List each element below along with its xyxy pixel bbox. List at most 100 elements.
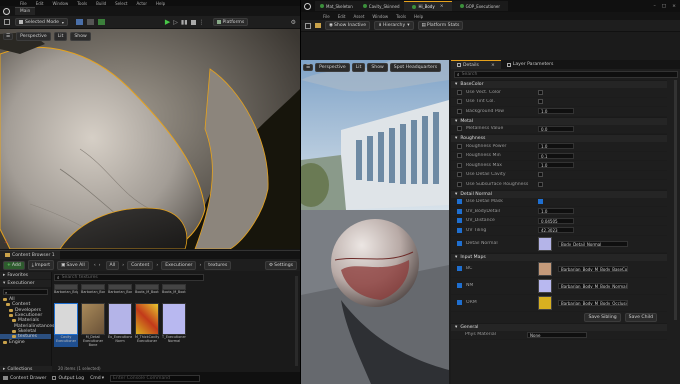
import-button[interactable]: ⤓ Import [27,260,55,270]
phys-material-dropdown[interactable]: None [527,331,587,338]
property-checkbox[interactable] [538,199,543,205]
menu-window[interactable]: Window [52,1,68,6]
preview-perspective-button[interactable]: Perspective [315,63,350,72]
editor-tab[interactable]: GOP_Executioner [451,1,508,11]
editor-tab[interactable]: Cavity_Skinned [357,1,405,11]
settings-icon[interactable]: ⚙ [291,19,296,26]
texture-thumbnail[interactable] [538,236,552,251]
pause-icon[interactable]: ▮▮ [181,19,188,26]
lit-button[interactable]: Lit [53,32,68,41]
asset-search[interactable]: ⌕ Search textures [54,274,204,281]
asset-tile[interactable]: Barbarian_Body_M_Body_NM [108,284,132,302]
menu-tools[interactable]: Tools [77,1,87,6]
property-checkbox[interactable] [538,181,543,187]
show-button[interactable]: Show [70,32,91,41]
property-value[interactable]: 1.0 [538,208,574,215]
texture-thumbnail[interactable] [538,295,552,310]
property-value[interactable]: 1.0 [538,143,574,150]
save-icon[interactable] [4,19,10,25]
close-icon[interactable]: × [440,4,444,9]
add-actor-icon[interactable] [97,19,105,25]
level-tab[interactable]: Main [15,7,36,15]
perspective-button[interactable]: Perspective [16,32,51,41]
play-icon[interactable]: ▶ [165,18,170,26]
preview-show-button[interactable]: Show [367,63,388,72]
preview-options-button[interactable]: ☰ [303,64,314,71]
close-icon[interactable]: × [491,63,495,68]
close-window-icon[interactable]: × [672,4,676,9]
editor-menu-tools[interactable]: Tools [396,14,406,19]
editor-tab[interactable]: Mat_Skeleton [315,1,358,11]
hierarchy-button[interactable]: ⋔ Hierarchy ▾ [374,21,414,30]
more-icon[interactable]: ⋮ [199,19,205,26]
asset-tile[interactable]: Boots_M_Boots_NM [162,284,186,302]
section-header[interactable]: ▾ Metal [451,116,667,125]
asset-tile[interactable]: M_ThickCavity Executioner [135,303,159,347]
property-checkbox[interactable] [538,89,543,95]
details-scrollbar[interactable] [674,80,677,320]
editor-tab-active[interactable]: Hi_Body × [404,1,452,11]
editor-menu-help[interactable]: Help [414,14,423,19]
details-tab[interactable]: Details × [451,60,501,69]
section-header[interactable]: ▾ Roughness [451,134,667,142]
asset-tile-selected[interactable]: Cavity Executioner [54,303,78,347]
content-drawer-button[interactable]: Content Drawer [3,376,46,381]
platforms-dropdown[interactable]: Platforms [212,18,249,26]
editor-menu-asset[interactable]: Asset [353,14,364,19]
cmd-dropdown[interactable]: Cmd ▾ [90,376,104,381]
texture-asset-name[interactable]: Barbarian_Body_M_Body_BaseColor [558,265,628,272]
asset-tile[interactable]: M_Detail Executioner Bone [81,303,105,347]
preview-lit-button[interactable]: Lit [351,63,366,72]
asset-tile[interactable]: Barbarian_Body_M_Body_BC [81,284,105,302]
browse-icon[interactable] [315,23,321,28]
menu-help[interactable]: Help [156,1,165,6]
section-header[interactable]: ▾ BaseColor [451,80,667,88]
breadcrumb-all[interactable]: All [105,260,120,270]
texture-asset-name[interactable]: Barbarian_Body_M_Body_Normal [558,282,628,289]
menu-actor[interactable]: Actor [136,1,147,6]
property-value[interactable]: 0.1 [538,152,574,159]
viewport-options-button[interactable]: ☰ [3,33,14,40]
property-checkbox[interactable] [538,172,543,178]
root-header[interactable]: ▾ Executioner [0,280,51,287]
editor-menu-edit[interactable]: Edit [338,14,346,19]
asset-tile[interactable]: Ex_Executioner Norm [108,303,132,347]
level-viewport[interactable]: ☰ Perspective Lit Show ⊥ [0,29,300,249]
section-header[interactable]: ▾ Detail Normal [451,189,667,198]
play-options-icon[interactable]: ▷ [173,19,178,26]
asset-tile[interactable]: T_Executioner Normal [162,303,186,347]
section-header[interactable]: ▾ Input Maps [451,252,667,261]
maximize-icon[interactable]: □ [662,4,666,9]
property-value[interactable]: 0.04505 [538,217,574,224]
layer-params-tab[interactable]: Layer Parameters [501,60,560,69]
property-value[interactable]: 0.0 [538,125,574,132]
breadcrumb-content[interactable]: Content [127,260,154,270]
add-button[interactable]: + Add [3,260,25,270]
property-checkbox[interactable] [538,99,543,105]
property-value[interactable]: 1.0 [538,162,574,169]
menu-select[interactable]: Select [115,1,127,6]
menu-file[interactable]: File [20,1,27,6]
blueprint-icon[interactable] [75,19,83,25]
cinematics-icon[interactable] [86,19,94,25]
content-settings-button[interactable]: ⚙ Settings [265,260,297,270]
section-header[interactable]: ▾ General [451,322,667,331]
minimize-icon[interactable]: – [654,4,656,9]
selection-mode-dropdown[interactable]: Selected Mode ▾ [15,18,68,26]
property-value[interactable]: 42.3023 [538,227,574,234]
breadcrumb-textures[interactable]: textures [204,260,232,270]
editor-menu-file[interactable]: File [323,14,330,19]
material-preview-viewport[interactable]: ☰ Perspective Lit Show Spot Headquarters [301,60,449,384]
output-log-button[interactable]: Output Log [52,376,84,381]
menu-build[interactable]: Build [96,1,106,6]
save-icon[interactable] [305,22,311,29]
content-browser-tab-item[interactable]: Content Browser 1 [0,251,60,259]
content-scrollbar[interactable] [295,276,298,366]
asset-tile[interactable]: Boots_M_Boots_BC [135,284,159,302]
save-all-button[interactable]: ▣ Save All [57,260,89,270]
nav-back-icon[interactable]: ‹ [94,263,96,268]
tree-item[interactable]: Engine [0,339,51,345]
breadcrumb-executioner[interactable]: Executioner [161,260,197,270]
platform-stats-button[interactable]: ▤ Platform Stats [417,21,464,30]
editor-menu-window[interactable]: Window [372,14,388,19]
